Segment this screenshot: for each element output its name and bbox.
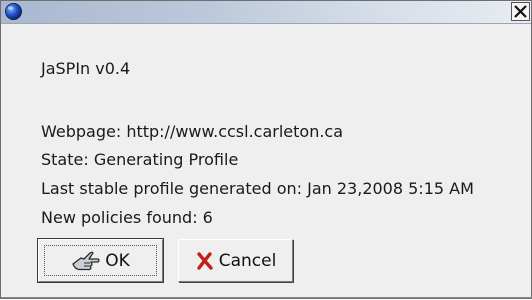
globe-icon[interactable] <box>4 2 23 21</box>
hand-pointer-icon <box>72 251 100 270</box>
window-bottom-border <box>1 297 531 298</box>
red-x-icon <box>197 251 213 270</box>
last-profile-label: Last stable profile generated on: Jan 23… <box>41 179 474 198</box>
cancel-button[interactable]: Cancel <box>178 239 293 282</box>
state-label: State: Generating Profile <box>41 150 239 169</box>
dialog-content: JaSPIn v0.4 Webpage: http://www.ccsl.car… <box>1 24 531 298</box>
ok-button-focus: OK <box>44 245 157 276</box>
close-button[interactable] <box>511 2 530 21</box>
policies-label: New policies found: 6 <box>41 208 213 227</box>
title-bar[interactable] <box>1 1 531 24</box>
ok-button[interactable]: OK <box>37 238 164 283</box>
dialog-window: JaSPIn v0.4 Webpage: http://www.ccsl.car… <box>0 0 532 299</box>
webpage-label: Webpage: http://www.ccsl.carleton.ca <box>41 122 344 141</box>
cancel-button-label: Cancel <box>218 250 277 271</box>
app-name-label: JaSPIn v0.4 <box>41 59 131 78</box>
close-icon <box>514 5 527 18</box>
ok-button-label: OK <box>105 250 130 271</box>
